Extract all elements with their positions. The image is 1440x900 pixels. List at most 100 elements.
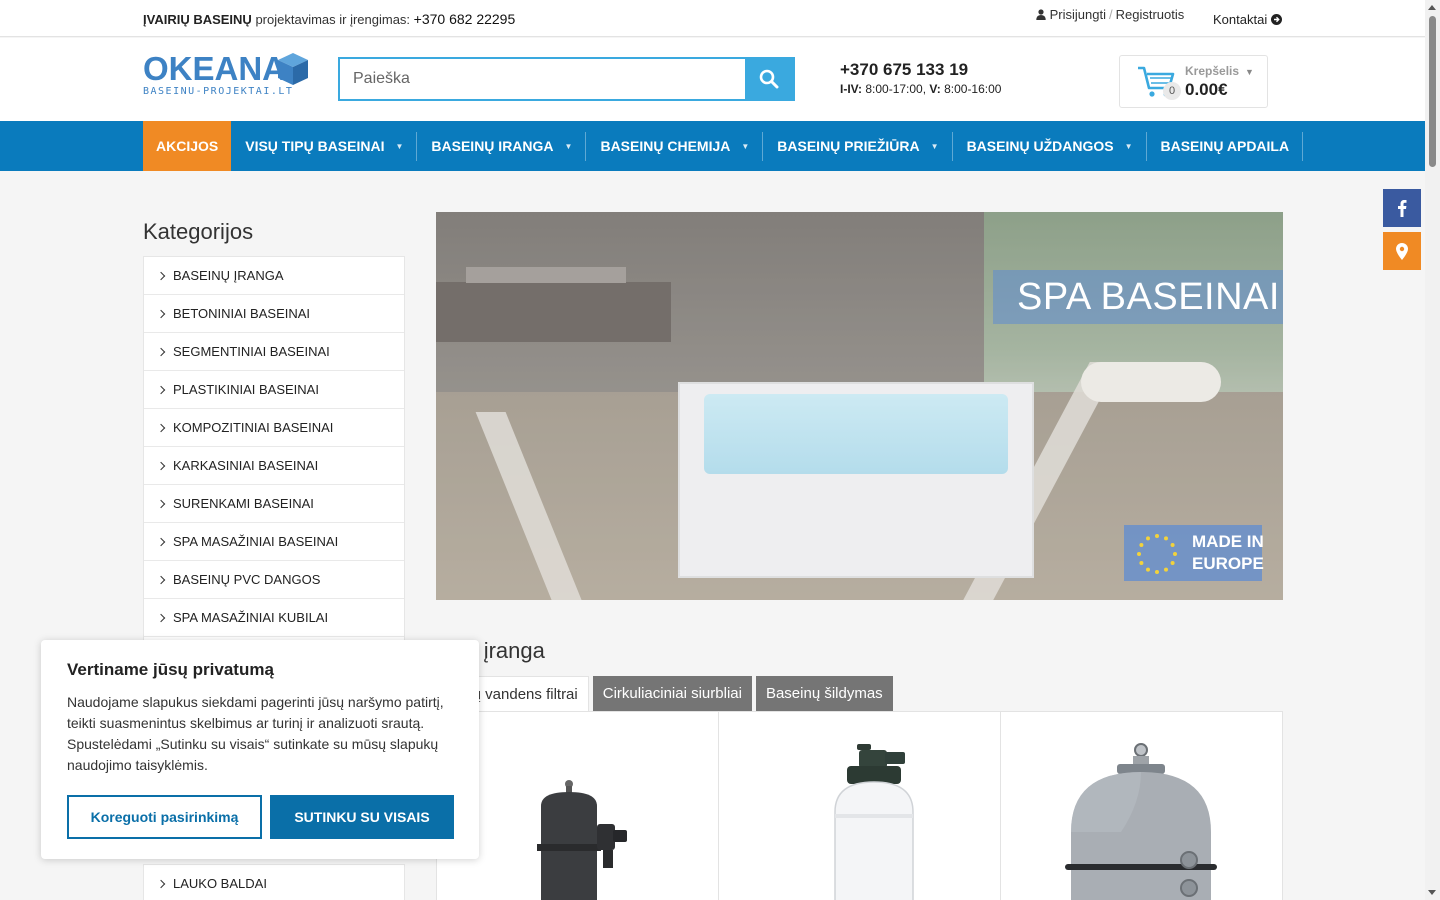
cookie-customize-button[interactable]: Koreguoti pasirinkimą xyxy=(67,795,262,839)
category-item-lauko-baldai[interactable]: LAUKO BALDAI xyxy=(144,865,404,900)
category-list: BASEINŲ ĮRANGA BETONINIAI BASEINAI SEGME… xyxy=(143,256,405,676)
cart-label-text: Krepšelis xyxy=(1185,64,1240,78)
search-icon xyxy=(759,69,779,89)
hero-banner[interactable]: SPA BASEINAI MADE IN EUROPE xyxy=(436,212,1283,600)
chevron-right-icon xyxy=(156,347,166,356)
badge-text: MADE IN EUROPE xyxy=(1192,531,1264,575)
site-logo[interactable]: OKEANA BASEINU-PROJEKTAI.LT xyxy=(143,52,313,100)
category-item[interactable]: BETONINIAI BASEINAI xyxy=(144,295,404,333)
category-list-bottom: LAUKO BALDAI xyxy=(143,864,405,900)
chevron-right-icon xyxy=(156,537,166,546)
nav-item-visu-tipu-baseinai[interactable]: VISŲ TIPŲ BASEINAI ▼ xyxy=(231,121,418,171)
cookie-title: Vertiname jūsų privatumą xyxy=(67,660,274,679)
search-button[interactable] xyxy=(745,59,793,99)
chevron-right-icon xyxy=(156,613,166,622)
category-item[interactable]: SEGMENTINIAI BASEINAI xyxy=(144,333,404,371)
category-label: SURENKAMI BASEINAI xyxy=(173,496,314,511)
category-item[interactable]: BASEINŲ PVC DANGOS xyxy=(144,561,404,599)
scrollbar-thumb[interactable] xyxy=(1429,16,1436,167)
banner-title-box: SPA BASEINAI xyxy=(993,270,1283,324)
account-links: Prisijungti / Registruotis xyxy=(1036,7,1184,23)
category-item[interactable]: SPA MASAŽINIAI BASEINAI xyxy=(144,523,404,561)
chevron-down-icon: ▼ xyxy=(395,141,404,151)
category-item[interactable]: SURENKAMI BASEINAI xyxy=(144,485,404,523)
nav-label: BASEINŲ PRIEŽIŪRA xyxy=(777,138,920,154)
hours-time-2: 8:00-16:00 xyxy=(940,82,1002,96)
logo-subtitle: BASEINU-PROJEKTAI.LT xyxy=(143,86,294,97)
location-button[interactable] xyxy=(1383,232,1421,270)
banner-title: SPA BASEINAI xyxy=(1017,275,1280,318)
product-card[interactable] xyxy=(719,712,1001,900)
category-label: PLASTIKINIAI BASEINAI xyxy=(173,382,319,397)
contacts-label: Kontaktai xyxy=(1213,12,1268,27)
nav-item-baseinu-chemija[interactable]: BASEINŲ CHEMIJA ▼ xyxy=(586,121,764,171)
category-label: LAUKO BALDAI xyxy=(173,876,267,891)
header-contact: +370 675 133 19 I-IV: 8:00-17:00, V: 8:0… xyxy=(840,60,1001,96)
top-phone-link[interactable]: +370 682 22295 xyxy=(414,11,516,27)
hours-days-1: I-IV: xyxy=(840,82,863,96)
cart-label: Krepšelis ▼ xyxy=(1185,64,1254,78)
category-label: BASEINŲ PVC DANGOS xyxy=(173,572,321,587)
chevron-right-icon xyxy=(156,499,166,508)
category-item[interactable]: PLASTIKINIAI BASEINAI xyxy=(144,371,404,409)
chevron-right-icon xyxy=(156,575,166,584)
login-link[interactable]: Prisijungti xyxy=(1050,7,1106,22)
site-header: OKEANA BASEINU-PROJEKTAI.LT +370 675 133… xyxy=(0,38,1425,121)
cookie-accept-all-button[interactable]: SUTINKU SU VISAIS xyxy=(270,795,454,839)
category-label: SEGMENTINIAI BASEINAI xyxy=(173,344,330,359)
category-label: KOMPOZITINIAI BASEINAI xyxy=(173,420,334,435)
user-icon xyxy=(1036,8,1046,23)
tagline-text: projektavimas ir įrengimas: xyxy=(251,12,414,27)
scroll-down-arrow[interactable] xyxy=(1428,890,1436,895)
chevron-down-icon: ▼ xyxy=(1124,141,1133,151)
product-card[interactable] xyxy=(1001,712,1282,900)
tab-baseinu-sildymas[interactable]: Baseinų šildymas xyxy=(755,676,893,711)
product-image-sand-filter xyxy=(537,780,627,900)
nav-item-baseinu-prieziura[interactable]: BASEINŲ PRIEŽIŪRA ▼ xyxy=(763,121,953,171)
nav-label: BASEINŲ APDAILA xyxy=(1160,138,1290,154)
category-item[interactable]: KOMPOZITINIAI BASEINAI xyxy=(144,409,404,447)
chevron-right-icon xyxy=(156,423,166,432)
made-in-europe-badge: MADE IN EUROPE xyxy=(1124,525,1264,581)
nav-label: BASEINŲ CHEMIJA xyxy=(600,138,731,154)
top-tagline: ĮVAIRIŲ BASEINŲ projektavimas ir įrengim… xyxy=(143,11,515,27)
hours-time-1: 8:00-17:00, xyxy=(862,82,930,96)
nav-label: BASEINŲ IRANGA xyxy=(431,138,554,154)
badge-line-1: MADE IN xyxy=(1192,532,1264,551)
category-label: BASEINŲ ĮRANGA xyxy=(173,268,284,283)
cart-widget[interactable]: 0 Krepšelis ▼ 0.00€ xyxy=(1119,55,1268,108)
page-scrollbar[interactable] xyxy=(1425,0,1440,900)
nav-label: AKCIJOS xyxy=(156,138,219,154)
nav-item-akcijos[interactable]: AKCIJOS xyxy=(143,121,232,171)
cart-total: 0.00€ xyxy=(1185,80,1228,99)
register-link[interactable]: Registruotis xyxy=(1116,7,1185,22)
working-hours: I-IV: 8:00-17:00, V: 8:00-16:00 xyxy=(840,82,1001,96)
nav-item-baseinu-apdaila[interactable]: BASEINŲ APDAILA xyxy=(1147,121,1304,171)
facebook-button[interactable] xyxy=(1383,189,1421,227)
chevron-right-icon xyxy=(156,879,166,888)
product-image-top-mount-filter xyxy=(834,744,914,900)
top-bar: ĮVAIRIŲ BASEINŲ projektavimas ir įrengim… xyxy=(0,0,1425,37)
product-grid xyxy=(436,711,1283,900)
tab-cirkuliaciniai-siurbliai[interactable]: Cirkuliaciniai siurbliai xyxy=(592,676,752,711)
category-label: BETONINIAI BASEINAI xyxy=(173,306,311,321)
header-phone[interactable]: +370 675 133 19 xyxy=(840,60,1001,80)
category-item[interactable]: BASEINŲ ĮRANGA xyxy=(144,257,404,295)
category-item[interactable]: KARKASINIAI BASEINAI xyxy=(144,447,404,485)
chevron-down-icon: ▼ xyxy=(564,141,573,151)
chevron-down-icon: ▼ xyxy=(1245,67,1254,77)
search-input[interactable] xyxy=(340,59,745,99)
nav-item-baseinu-iranga[interactable]: BASEINŲ IRANGA ▼ xyxy=(417,121,587,171)
category-label: SPA MASAŽINIAI BASEINAI xyxy=(173,534,339,549)
product-card[interactable] xyxy=(437,712,719,900)
contacts-link[interactable]: Kontaktai xyxy=(1213,12,1282,28)
hours-days-2: V: xyxy=(929,82,941,96)
badge-line-2: EUROPE xyxy=(1192,554,1264,573)
scroll-up-arrow[interactable] xyxy=(1428,5,1436,10)
nav-item-baseinu-uzdangos[interactable]: BASEINŲ UŽDANGOS ▼ xyxy=(953,121,1147,171)
cookie-text: Naudojame slapukus siekdami pagerinti jū… xyxy=(67,694,444,773)
product-image-large-filter xyxy=(1065,743,1217,900)
category-item[interactable]: SPA MASAŽINIAI KUBILAI xyxy=(144,599,404,637)
chevron-right-icon xyxy=(156,461,166,470)
chevron-right-icon xyxy=(156,309,166,318)
